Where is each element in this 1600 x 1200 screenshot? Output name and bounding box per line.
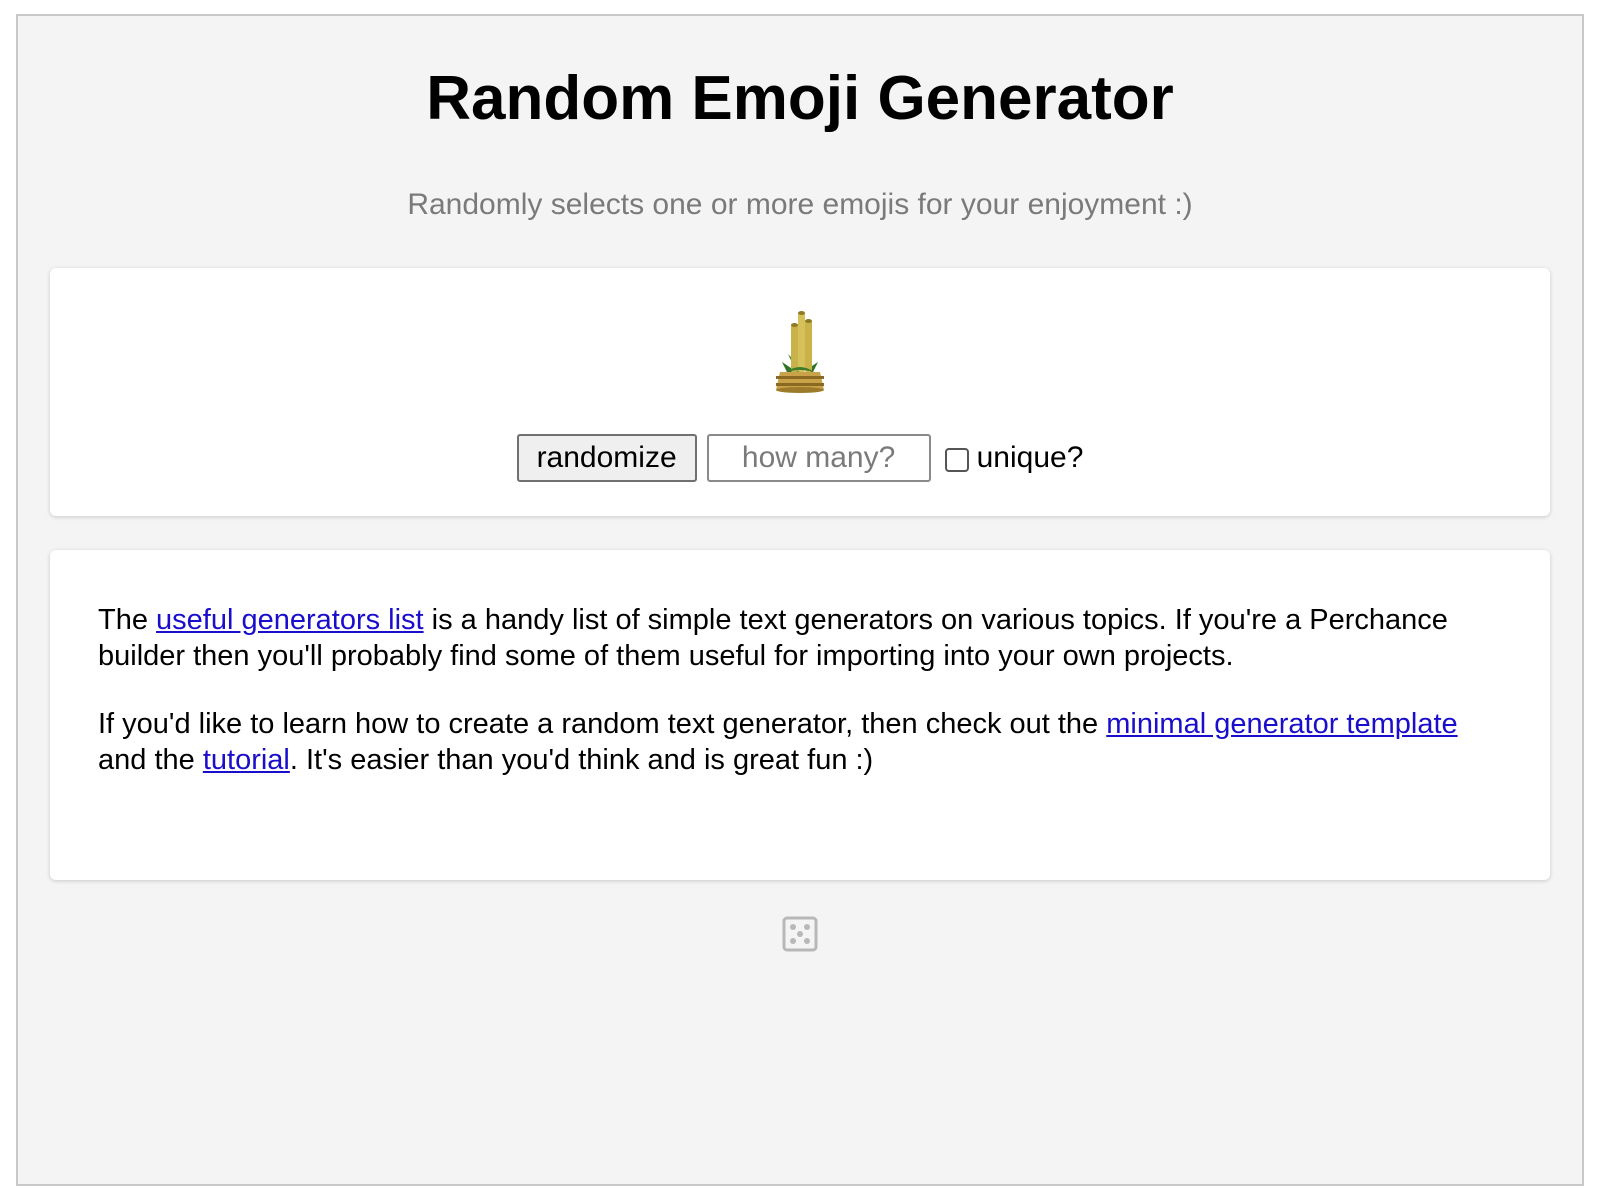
tutorial-link[interactable]: tutorial: [203, 744, 290, 776]
unique-checkbox[interactable]: [944, 448, 969, 472]
unique-option: unique?: [944, 441, 1084, 475]
useful-generators-link[interactable]: useful generators list: [156, 604, 424, 636]
p2-after: . It's easier than you'd think and is gr…: [289, 744, 874, 776]
how-many-input[interactable]: [706, 434, 931, 482]
kadomatsu-icon: [776, 311, 824, 393]
page-subtitle: Randomly selects one or more emojis for …: [407, 188, 1193, 221]
controls-row: randomize unique?: [50, 434, 1550, 482]
randomize-button[interactable]: randomize: [516, 434, 697, 482]
page-title: Random Emoji Generator: [426, 64, 1174, 133]
page-frame: Random Emoji Generator Randomly selects …: [16, 14, 1584, 1186]
output-card: randomize unique?: [50, 268, 1550, 516]
info-card: The useful generators list is a handy li…: [50, 550, 1550, 880]
info-paragraph-2: If you'd like to learn how to create a r…: [98, 706, 1508, 778]
p2-mid: and the: [98, 744, 203, 776]
info-paragraph-1: The useful generators list is a handy li…: [98, 602, 1508, 674]
info-text: The useful generators list is a handy li…: [98, 602, 1508, 810]
minimal-template-link[interactable]: minimal generator template: [1106, 708, 1457, 740]
unique-label: unique?: [976, 441, 1084, 474]
p1-before: The: [98, 604, 157, 636]
dice-icon[interactable]: [782, 916, 818, 952]
p2-before: If you'd like to learn how to create a r…: [98, 708, 1107, 740]
emoji-output: [50, 310, 1550, 394]
